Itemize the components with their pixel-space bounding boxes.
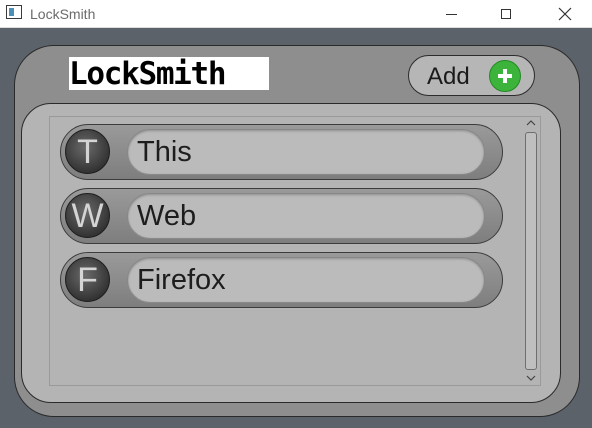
- minimize-button[interactable]: [428, 0, 474, 28]
- vertical-scrollbar[interactable]: [522, 117, 540, 385]
- maximize-icon: [501, 9, 511, 19]
- close-icon: [558, 7, 572, 21]
- add-button-label: Add: [427, 63, 470, 90]
- maximize-button[interactable]: [483, 0, 529, 28]
- entry-name: Firefox: [137, 264, 226, 296]
- add-button[interactable]: Add: [408, 55, 535, 96]
- scroll-up-icon[interactable]: [526, 118, 536, 128]
- window-titlebar: LockSmith: [0, 0, 592, 28]
- avatar-initial: T: [77, 132, 98, 171]
- list-item[interactable]: T This: [60, 124, 503, 180]
- entry-name: This: [137, 136, 192, 168]
- entry-name: Web: [137, 200, 197, 232]
- close-button[interactable]: [542, 0, 588, 28]
- avatar-initial: W: [71, 196, 104, 235]
- entry-name-field[interactable]: Firefox: [127, 257, 485, 303]
- avatar-initial: F: [77, 260, 98, 299]
- scroll-down-icon[interactable]: [526, 373, 536, 383]
- entry-name-field[interactable]: Web: [127, 193, 485, 239]
- minimize-icon: [445, 13, 457, 15]
- list-item[interactable]: W Web: [60, 188, 503, 244]
- window-title: LockSmith: [30, 6, 96, 22]
- plus-icon: [489, 60, 521, 92]
- logo-text: LockSmith: [69, 57, 227, 90]
- entry-name-field[interactable]: This: [127, 129, 485, 175]
- avatar: W: [65, 193, 110, 238]
- app-logo: LockSmith: [69, 57, 269, 90]
- scroll-thumb[interactable]: [525, 132, 537, 370]
- avatar: T: [65, 129, 110, 174]
- app-window-icon: [6, 5, 22, 19]
- list-item[interactable]: F Firefox: [60, 252, 503, 308]
- avatar: F: [65, 257, 110, 302]
